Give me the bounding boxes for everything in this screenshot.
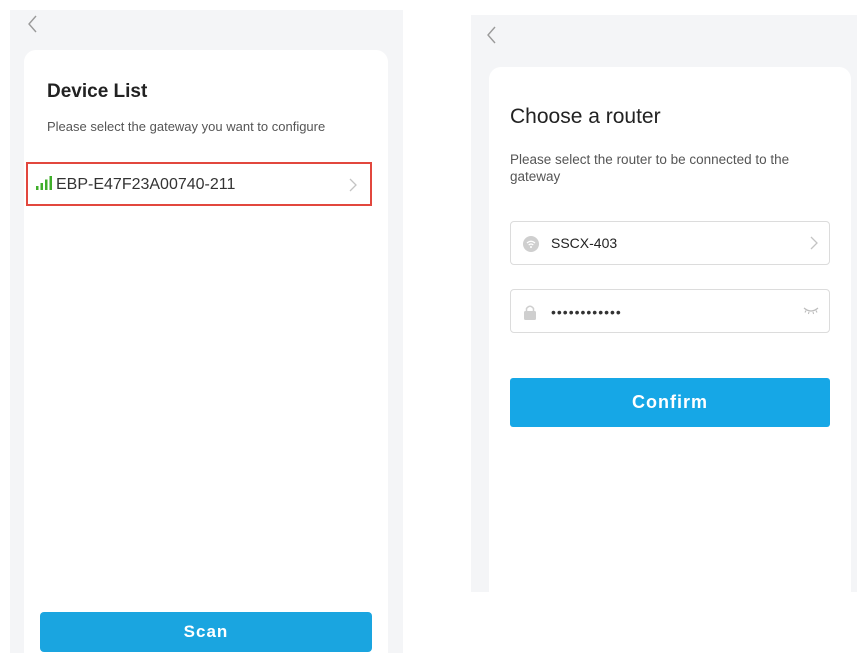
password-field[interactable] bbox=[510, 289, 830, 333]
back-arrow-icon[interactable] bbox=[481, 23, 505, 47]
device-list-item[interactable]: EBP-E47F23A00740-211 bbox=[26, 162, 372, 206]
choose-router-screen: Choose a router Please select the router… bbox=[471, 15, 857, 592]
page-subtitle: Please select the router to be connected… bbox=[510, 152, 790, 184]
device-list-screen: Device List Please select the gateway yo… bbox=[10, 10, 403, 653]
router-select[interactable]: SSCX-403 bbox=[510, 221, 830, 265]
eye-closed-icon[interactable] bbox=[803, 303, 819, 322]
confirm-button[interactable]: Confirm bbox=[510, 378, 830, 427]
page-title: Choose a router bbox=[510, 105, 661, 128]
device-name: EBP-E47F23A00740-211 bbox=[56, 176, 236, 193]
back-arrow-icon[interactable] bbox=[22, 12, 46, 36]
chevron-right-icon bbox=[348, 177, 358, 198]
page-subtitle: Please select the gateway you want to co… bbox=[47, 119, 326, 134]
chevron-right-icon bbox=[809, 235, 819, 256]
page-title: Device List bbox=[47, 81, 148, 102]
signal-strength-icon bbox=[36, 176, 52, 195]
password-input[interactable] bbox=[549, 300, 793, 324]
device-list-card: Device List Please select the gateway yo… bbox=[24, 50, 388, 653]
router-card: Choose a router Please select the router… bbox=[489, 67, 851, 592]
lock-icon bbox=[523, 304, 537, 325]
router-ssid: SSCX-403 bbox=[551, 235, 618, 251]
wifi-icon bbox=[523, 236, 539, 257]
scan-button[interactable]: Scan bbox=[40, 612, 372, 652]
